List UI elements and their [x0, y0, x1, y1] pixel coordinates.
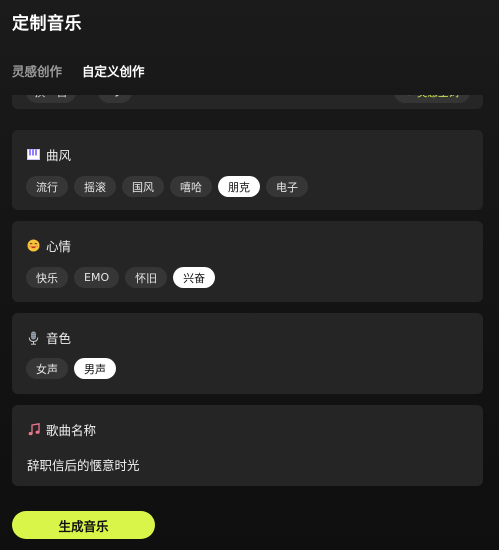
inspiration-lyrics-button[interactable]: ✦ 灵感生词 [394, 95, 470, 103]
page-title: 定制音乐 [12, 14, 82, 34]
custom-music-page: 定制音乐 灵感创作 自定义创作 换一首 ↺ ✦ 灵感生词 [0, 0, 499, 550]
mood-label: 心情 [46, 239, 72, 254]
mood-chip-excited[interactable]: 兴奋 [173, 267, 216, 288]
voice-options: 女声 男声 [26, 358, 116, 379]
voice-chip-male[interactable]: 男声 [74, 358, 116, 379]
style-chip-punk[interactable]: 朋克 [218, 176, 260, 197]
style-options: 流行 摇滚 国风 嘻哈 朋克 电子 [26, 176, 308, 197]
style-card: 曲风 流行 摇滚 国风 嘻哈 朋克 电子 [12, 130, 483, 210]
mood-chip-emo[interactable]: EMO [74, 267, 120, 288]
change-song-button[interactable]: 换一首 [26, 95, 76, 103]
song-name-field[interactable]: 辞职信后的惬意时光 [27, 455, 140, 474]
song-name-card: 歌曲名称 辞职信后的惬意时光 [12, 405, 483, 486]
form-scroll-area[interactable]: 换一首 ↺ ✦ 灵感生词 曲风 流行 [12, 95, 483, 495]
song-name-label: 歌曲名称 [46, 423, 97, 438]
mood-options: 快乐 EMO 怀旧 兴奋 [26, 267, 216, 288]
style-chip-electronic[interactable]: 电子 [266, 176, 308, 197]
mood-card: 心情 快乐 EMO 怀旧 兴奋 [12, 221, 483, 302]
piano-icon [27, 148, 40, 161]
style-chip-pop[interactable]: 流行 [26, 176, 68, 197]
undo-icon[interactable]: ↺ [146, 95, 155, 98]
mood-chip-nostalgic[interactable]: 怀旧 [125, 267, 168, 288]
style-chip-guofeng[interactable]: 国风 [122, 176, 164, 197]
music-note-icon [27, 423, 40, 436]
redo-button[interactable] [98, 95, 132, 103]
generate-music-button[interactable]: 生成音乐 [12, 511, 155, 539]
voice-card: 音色 女声 男声 [12, 313, 483, 394]
style-chip-hiphop[interactable]: 嘻哈 [170, 176, 212, 197]
voice-label: 音色 [46, 331, 72, 346]
tab-inspiration[interactable]: 灵感创作 [12, 61, 62, 80]
voice-chip-female[interactable]: 女声 [26, 358, 68, 379]
tab-custom[interactable]: 自定义创作 [82, 61, 145, 80]
redo-icon [115, 95, 119, 97]
mood-chip-happy[interactable]: 快乐 [26, 267, 68, 288]
smile-emoji-icon [27, 239, 40, 252]
creation-tabs: 灵感创作 自定义创作 [12, 61, 145, 80]
microphone-icon [27, 331, 40, 345]
style-chip-rock[interactable]: 摇滚 [74, 176, 116, 197]
lyrics-toolbar-card: 换一首 ↺ ✦ 灵感生词 [12, 95, 483, 109]
style-label: 曲风 [46, 148, 72, 163]
